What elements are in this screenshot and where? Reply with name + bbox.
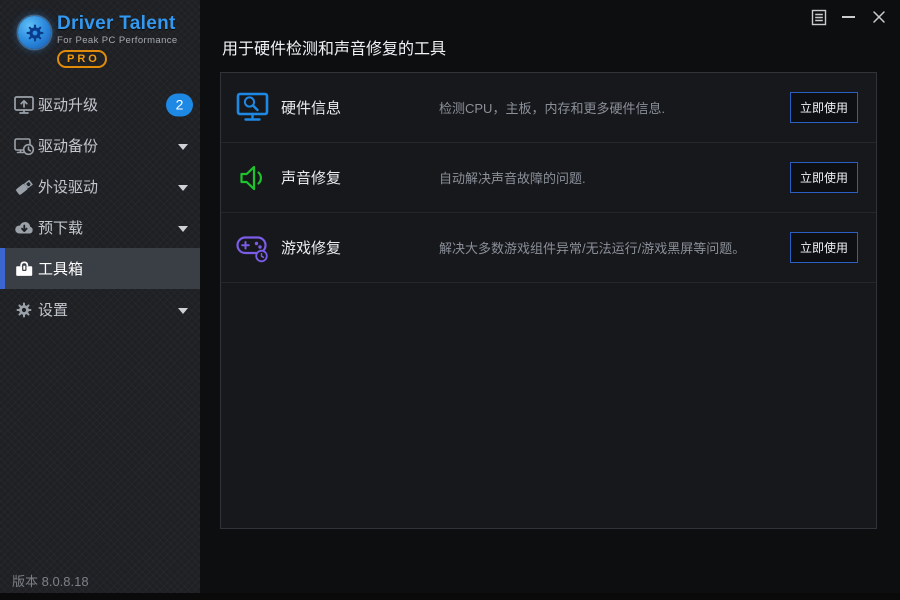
sidebar-item-label: 外设驱动 [38, 179, 99, 196]
sidebar-item-settings[interactable]: 设置 [0, 289, 200, 330]
window-bottom-edge [0, 593, 900, 600]
version-label: 版本 8.0.8.18 [12, 574, 89, 589]
chevron-down-icon [178, 225, 188, 232]
pro-badge: PRO [57, 50, 107, 68]
monitor-upgrade-icon [13, 94, 35, 116]
tool-row-hardware-info: 硬件信息 检测CPU，主板，内存和更多硬件信息. 立即使用 [221, 73, 876, 143]
logo-gear-icon [18, 16, 51, 49]
close-icon[interactable] [870, 9, 887, 26]
sidebar-menu: 驱动升级 2 驱动备份 外设驱动 预下载 工具箱 设置 [0, 84, 200, 330]
tools-card: 硬件信息 检测CPU，主板，内存和更多硬件信息. 立即使用 声音修复 自动解决声… [220, 72, 877, 529]
sidebar-item-label: 工具箱 [38, 261, 84, 278]
tool-row-sound-repair: 声音修复 自动解决声音故障的问题. 立即使用 [221, 143, 876, 213]
sidebar-item-driver-upgrade[interactable]: 驱动升级 2 [0, 84, 200, 125]
tool-description: 自动解决声音故障的问题. [439, 171, 586, 186]
brand-tagline: For Peak PC Performance [57, 35, 178, 46]
sidebar-item-label: 设置 [38, 302, 69, 319]
window-controls [810, 8, 887, 26]
sidebar-item-label: 驱动升级 [38, 97, 99, 114]
sound-repair-icon [233, 158, 273, 198]
use-now-button-sound[interactable]: 立即使用 [789, 162, 858, 193]
chevron-down-icon [178, 143, 188, 150]
cloud-download-icon [13, 217, 35, 239]
sidebar-item-predownload[interactable]: 预下载 [0, 207, 200, 248]
tool-description: 检测CPU，主板，内存和更多硬件信息. [439, 101, 666, 116]
hardware-info-icon [233, 88, 273, 128]
brand-name: Driver Talent [57, 13, 176, 34]
sidebar-item-peripheral-drivers[interactable]: 外设驱动 [0, 166, 200, 207]
app-window: Driver Talent For Peak PC Performance PR… [0, 0, 900, 600]
monitor-backup-icon [13, 135, 35, 157]
chevron-down-icon [178, 184, 188, 191]
app-logo: Driver Talent For Peak PC Performance PR… [18, 14, 178, 68]
tool-name: 声音修复 [281, 170, 342, 187]
tool-name: 硬件信息 [281, 100, 342, 117]
sidebar-item-toolbox[interactable]: 工具箱 [0, 248, 200, 289]
main-panel: 用于硬件检测和声音修复的工具 硬件信息 检测CPU，主板，内存和更多硬件信息. … [200, 0, 900, 600]
use-now-button-game[interactable]: 立即使用 [789, 232, 858, 263]
sidebar: Driver Talent For Peak PC Performance PR… [0, 0, 200, 600]
minimize-icon[interactable] [840, 9, 857, 26]
use-now-button-hardware[interactable]: 立即使用 [789, 92, 858, 123]
tool-row-game-repair: 游戏修复 解决大多数游戏组件异常/无法运行/游戏黑屏等问题。 立即使用 [221, 213, 876, 283]
usb-drive-icon [13, 176, 35, 198]
tool-name: 游戏修复 [281, 240, 342, 257]
toolbox-icon [13, 258, 35, 280]
page-title: 用于硬件检测和声音修复的工具 [222, 41, 447, 58]
sidebar-item-label: 驱动备份 [38, 138, 99, 155]
tool-description: 解决大多数游戏组件异常/无法运行/游戏黑屏等问题。 [439, 241, 746, 256]
chevron-down-icon [178, 307, 188, 314]
gear-icon [13, 299, 35, 321]
menu-icon[interactable] [810, 9, 827, 26]
sidebar-item-label: 预下载 [38, 220, 84, 237]
sidebar-item-driver-backup[interactable]: 驱动备份 [0, 125, 200, 166]
game-repair-icon [233, 228, 273, 268]
update-count-badge: 2 [166, 93, 193, 116]
